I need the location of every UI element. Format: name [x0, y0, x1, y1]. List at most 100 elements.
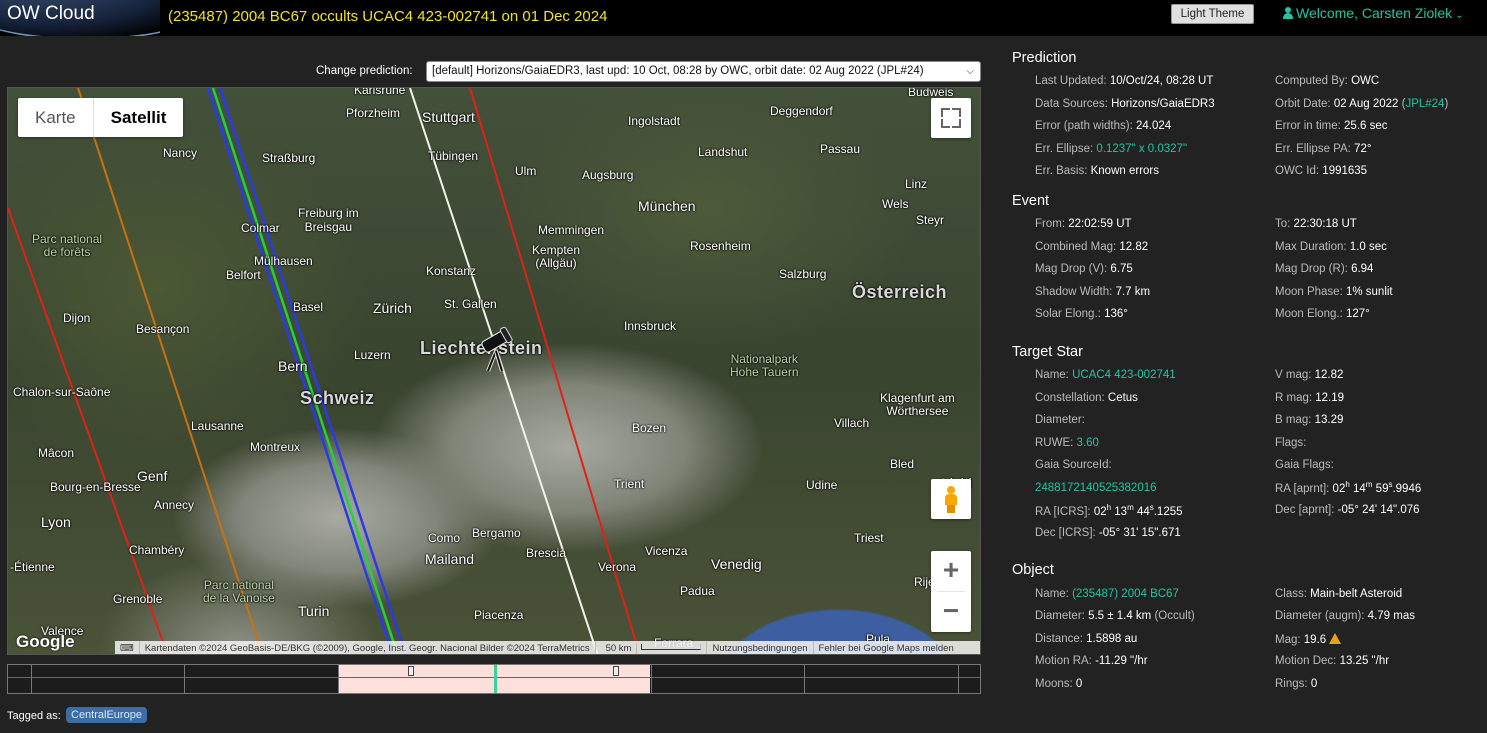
- user-menu[interactable]: Welcome, Carsten Ziolek ⌄: [1283, 5, 1464, 21]
- ruwe-link[interactable]: 3.60: [1077, 437, 1099, 449]
- map-label: Colmar: [241, 221, 280, 235]
- pegman-icon: [947, 486, 955, 494]
- map-label: Kempten (Allgäu): [532, 243, 581, 270]
- timeline-handle-start[interactable]: [408, 666, 414, 676]
- map-label: Freiburg im Breisgau: [298, 206, 359, 234]
- event-from-row: From: 22:02:59 UT: [1035, 218, 1132, 230]
- motion-ra-row: Motion RA: -11.29 "/hr: [1035, 655, 1148, 667]
- zoom-out-button[interactable]: −: [931, 592, 971, 632]
- map-label: Pforzheim: [346, 106, 401, 120]
- map-type-karte-button[interactable]: Karte: [18, 98, 93, 137]
- map-label: Konstanz: [426, 264, 477, 278]
- telescope-observer-icon[interactable]: [476, 325, 518, 373]
- r-mag-row: R mag: 12.19: [1275, 392, 1345, 404]
- star-name-link[interactable]: UCAC4 423-002741: [1072, 369, 1176, 381]
- map-label: Venedig: [711, 556, 762, 572]
- timeline-handle-end[interactable]: [613, 666, 619, 676]
- map-label: Memmingen: [538, 223, 605, 237]
- object-distance-row: Distance: 1.5898 au: [1035, 633, 1138, 645]
- event-to-row: To: 22:30:18 UT: [1275, 218, 1357, 230]
- tag-centraleurope[interactable]: CentralEurope: [66, 707, 147, 723]
- keyboard-icon[interactable]: ⌨: [115, 641, 140, 654]
- report-error-link[interactable]: Fehler bei Google Maps melden: [814, 641, 959, 654]
- map-label: Wels: [882, 197, 909, 211]
- map-label: Mâcon: [38, 446, 75, 460]
- star-name-row: Name: UCAC4 423-002741: [1035, 369, 1176, 381]
- jpl-link[interactable]: JPL#24: [1405, 98, 1444, 110]
- event-section-title: Event: [1012, 193, 1050, 209]
- map-label: Trient: [614, 477, 645, 491]
- map-label: Steyr: [916, 213, 945, 227]
- map-attribution-bar: ⌨ Kartendaten ©2024 GeoBasis-DE/BKG (©20…: [115, 641, 980, 654]
- map-label: Karlsruhe: [354, 87, 406, 97]
- gaia-source-link[interactable]: 2488172140525382016: [1035, 482, 1157, 494]
- map-label: Bozen: [632, 421, 667, 435]
- map-label: Brescia: [526, 546, 567, 560]
- err-ellipse-link[interactable]: 0.1237" x 0.0327": [1096, 143, 1187, 155]
- object-diameter-row: Diameter: 5.5 ± 1.4 km (Occult): [1035, 610, 1195, 622]
- event-timeline[interactable]: [7, 664, 981, 694]
- target-star-section-title: Target Star: [1012, 344, 1083, 360]
- ra-icrs-row: RA [ICRS]: 02h 13m 44s.1255: [1035, 503, 1183, 518]
- ra-aprnt-row: RA [aprnt]: 02h 14m 59s.9946: [1275, 480, 1422, 495]
- map-label: Villach: [834, 416, 870, 430]
- owc-id-row: OWC Id: 1991635: [1275, 165, 1368, 177]
- gaia-source-id-value: 2488172140525382016: [1035, 482, 1157, 494]
- light-theme-button[interactable]: Light Theme: [1171, 4, 1254, 24]
- max-duration-row: Max Duration: 1.0 sec: [1275, 241, 1387, 253]
- map-label: Grenoble: [113, 592, 163, 606]
- moon-phase-row: Moon Phase: 1% sunlit: [1275, 286, 1393, 298]
- map-label: Ingolstadt: [628, 114, 681, 128]
- object-class-row: Class: Main-belt Asteroid: [1275, 588, 1403, 600]
- combined-mag-row: Combined Mag: 12.82: [1035, 241, 1149, 253]
- google-logo[interactable]: Google: [16, 632, 75, 652]
- prediction-select[interactable]: [default] Horizons/GaiaEDR3, last upd: 1…: [426, 61, 981, 82]
- map-label: Klagenfurt am Wörthersee: [880, 391, 955, 418]
- zoom-in-button[interactable]: +: [931, 551, 971, 591]
- map-label: Parc national de la Vanoise: [203, 578, 275, 605]
- map-label: Mülhausen: [254, 254, 313, 268]
- map[interactable]: Karlsruhe Budweis Pforzheim Stuttgart In…: [7, 87, 981, 655]
- map-attribution: Kartendaten ©2024 GeoBasis-DE/BKG (©2009…: [140, 641, 596, 654]
- map-label: Luzern: [354, 348, 391, 362]
- map-label: Piacenza: [474, 608, 524, 622]
- object-name-row: Name: (235487) 2004 BC67: [1035, 588, 1179, 600]
- map-label: Bourg-en-Bresse: [50, 480, 141, 494]
- map-label: München: [638, 198, 696, 214]
- map-label: Como: [428, 531, 461, 545]
- page-title: (235487) 2004 BC67 occults UCAC4 423-002…: [168, 8, 608, 25]
- object-section-title: Object: [1012, 562, 1054, 578]
- dec-icrs-row: Dec [ICRS]: -05° 31' 15".671: [1035, 527, 1181, 539]
- map-label: Nationalpark Hohe Tauern: [730, 352, 799, 379]
- flags-row: Flags:: [1275, 437, 1307, 449]
- warning-icon[interactable]: [1329, 633, 1342, 644]
- map-label: Rosenheim: [690, 239, 751, 253]
- chevron-down-icon: ⌄: [1455, 10, 1464, 21]
- error-path-widths-row: Error (path widths): 24.024: [1035, 120, 1172, 132]
- mag-drop-r-row: Mag Drop (R): 6.94: [1275, 263, 1374, 275]
- fullscreen-button[interactable]: [931, 98, 971, 138]
- map-type-satellit-button[interactable]: Satellit: [92, 98, 184, 137]
- map-label: Mailand: [425, 551, 475, 567]
- user-icon: [1283, 7, 1293, 19]
- street-view-pegman-button[interactable]: [931, 479, 971, 519]
- rings-row: Rings: 0: [1275, 678, 1318, 690]
- map-label: Augsburg: [582, 168, 634, 182]
- logo[interactable]: OW Cloud: [0, 0, 160, 36]
- terms-link[interactable]: Nutzungsbedingungen: [707, 641, 814, 654]
- prediction-select-value: [default] Horizons/GaiaEDR3, last upd: 1…: [432, 65, 924, 77]
- err-basis-row: Err. Basis: Known errors: [1035, 165, 1159, 177]
- map-label: Dijon: [63, 311, 91, 325]
- err-ellipse-row: Err. Ellipse: 0.1237" x 0.0327": [1035, 143, 1188, 155]
- orbit-date-row: Orbit Date: 02 Aug 2022 (JPL#24): [1275, 98, 1449, 110]
- map-label: Turin: [298, 603, 330, 619]
- constellation-row: Constellation: Cetus: [1035, 392, 1138, 404]
- scale-bar[interactable]: 50 km: [596, 641, 708, 654]
- map-label: Bled: [890, 457, 915, 471]
- map-label: Bern: [278, 358, 308, 374]
- map-label: Schweiz: [300, 388, 375, 408]
- object-name-link[interactable]: (235487) 2004 BC67: [1072, 588, 1179, 600]
- map-label: Passau: [820, 142, 861, 156]
- mag-drop-v-row: Mag Drop (V): 6.75: [1035, 263, 1133, 275]
- v-mag-row: V mag: 12.82: [1275, 369, 1344, 381]
